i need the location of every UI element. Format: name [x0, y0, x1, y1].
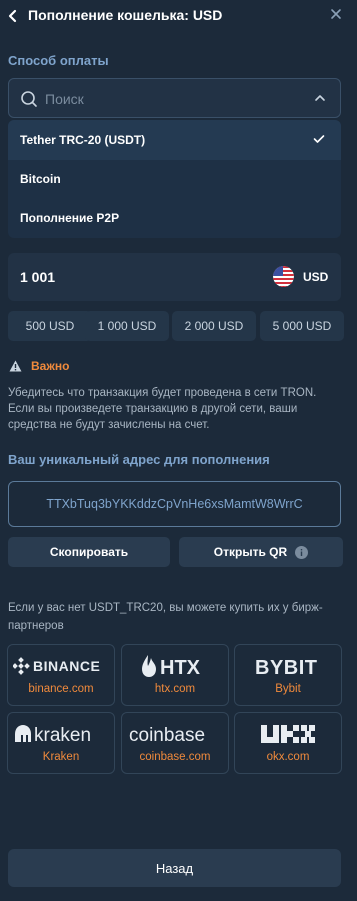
- partner-label: binance.com: [28, 683, 94, 695]
- bybit-icon: BYBIT: [235, 651, 341, 681]
- partner-label: Bybit: [275, 683, 301, 695]
- dropdown-item-p2p[interactable]: Пополнение P2P: [8, 198, 341, 238]
- partner-label: coinbase.com: [139, 751, 211, 763]
- chevron-up-icon[interactable]: [314, 93, 326, 103]
- dropdown-item-label: Tether TRC-20 (USDT): [20, 133, 146, 147]
- preset-500-button[interactable]: 500 USD: [8, 311, 92, 341]
- amount-value[interactable]: 1 001: [20, 269, 55, 285]
- warning-icon: [9, 360, 22, 372]
- currency-label: USD: [303, 270, 329, 284]
- payment-method-label: Способ оплаты: [8, 53, 109, 68]
- partner-coinbase[interactable]: coinbase coinbase.com: [121, 712, 229, 774]
- preset-1000-button[interactable]: 1 000 USD: [85, 311, 169, 341]
- search-input[interactable]: [45, 88, 285, 110]
- okx-icon: [235, 719, 341, 749]
- payment-method-select[interactable]: [8, 78, 341, 118]
- dropdown-item-usdt[interactable]: Tether TRC-20 (USDT): [8, 120, 341, 160]
- chevron-left-icon[interactable]: [7, 9, 19, 23]
- open-qr-label: Открыть QR: [213, 545, 288, 559]
- preset-5000-button[interactable]: 5 000 USD: [260, 311, 344, 341]
- partner-okx[interactable]: okx.com: [234, 712, 342, 774]
- page-title: Пополнение кошелька: USD: [28, 7, 223, 23]
- dropdown-item-bitcoin[interactable]: Bitcoin: [8, 159, 341, 199]
- partners-text: Если у вас нет USDT_TRC20, вы можете куп…: [8, 602, 323, 632]
- coinbase-icon: coinbase: [122, 719, 228, 749]
- partner-htx[interactable]: HTX htx.com: [121, 644, 229, 706]
- warning-title: Важно: [31, 359, 70, 373]
- dropdown-item-label: Bitcoin: [20, 172, 61, 186]
- info-icon: [295, 545, 309, 559]
- partner-bybit[interactable]: BYBIT Bybit: [234, 644, 342, 706]
- partner-logo-text: HTX: [160, 657, 201, 678]
- partner-kraken[interactable]: kraken Kraken: [7, 712, 115, 774]
- preset-2000-button[interactable]: 2 000 USD: [172, 311, 256, 341]
- open-qr-button[interactable]: Открыть QR: [179, 537, 343, 567]
- warning-text: Убедитесь что транзакция будет проведена…: [8, 387, 317, 431]
- close-icon[interactable]: [329, 7, 343, 21]
- partner-logo-text: BYBIT: [255, 657, 318, 678]
- okx-logo-mark: [261, 725, 315, 743]
- partner-label: Kraken: [42, 751, 80, 763]
- copy-button[interactable]: Скопировать: [8, 537, 170, 567]
- kraken-icon: kraken: [8, 719, 114, 749]
- search-icon: [21, 91, 37, 107]
- amount-field[interactable]: 1 001 USD: [8, 253, 341, 301]
- check-icon: [313, 135, 325, 143]
- address-label: Ваш уникальный адрес для пополнения: [8, 452, 270, 467]
- partner-logo-text: coinbase: [129, 725, 205, 746]
- header: Пополнение кошелька: USD: [0, 0, 357, 32]
- binance-icon: BINANCE: [8, 651, 114, 681]
- partner-label: okx.com: [266, 751, 310, 763]
- copy-button-label: Скопировать: [49, 545, 129, 559]
- partner-label: htx.com: [154, 683, 196, 695]
- dropdown-item-label: Пополнение P2P: [20, 211, 120, 225]
- payment-method-dropdown: Tether TRC-20 (USDT) Bitcoin Пополнение …: [8, 120, 341, 238]
- partner-logo-text: kraken: [34, 725, 91, 746]
- htx-icon: HTX: [122, 651, 228, 681]
- partner-binance[interactable]: BINANCE binance.com: [7, 644, 115, 706]
- partner-logo-text: BINANCE: [33, 658, 100, 674]
- us-flag-icon: [273, 266, 294, 287]
- back-button[interactable]: Назад: [8, 849, 341, 887]
- wallet-address[interactable]: TTXbTuq3bYKKddzCpVnHe6xsMamtW8WrrC: [8, 481, 341, 527]
